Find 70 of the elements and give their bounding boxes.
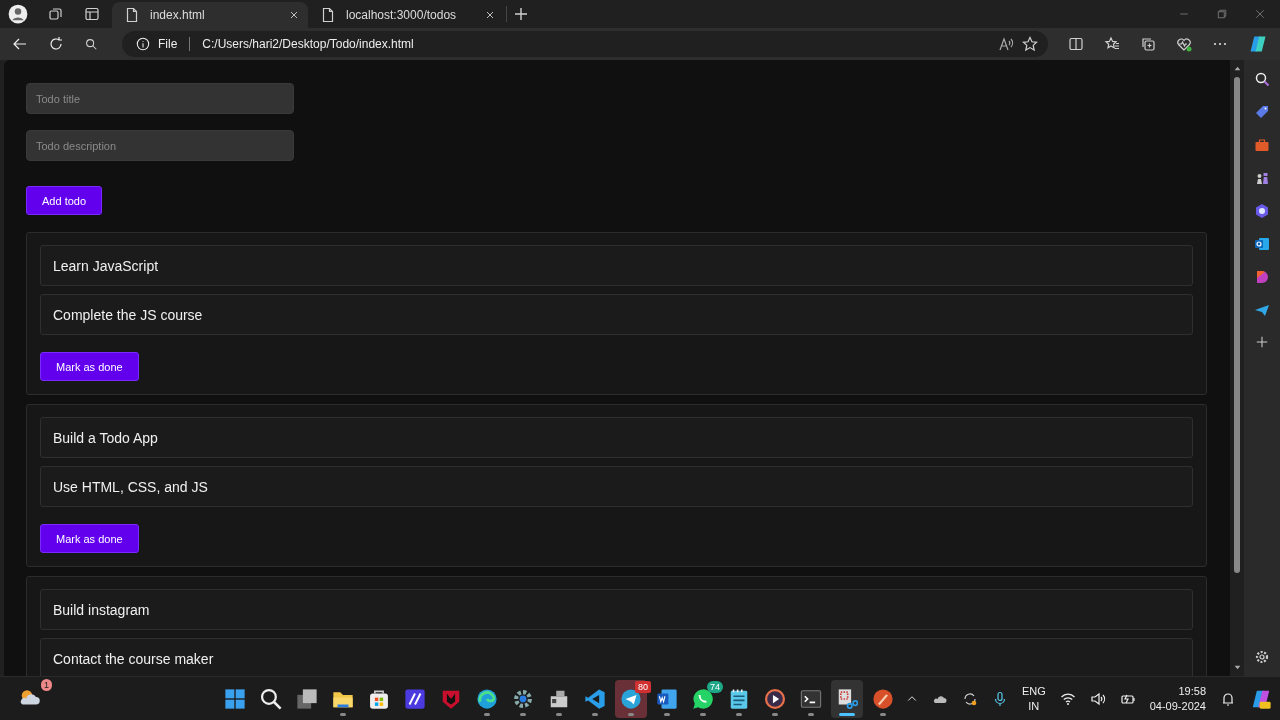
todo-description: Contact the course maker <box>40 638 1193 676</box>
close-icon[interactable] <box>288 9 300 21</box>
todo-title: Build instagram <box>40 589 1193 630</box>
read-aloud-icon[interactable] <box>998 36 1014 52</box>
mark-done-button[interactable]: Mark as done <box>40 352 139 381</box>
split-screen-icon[interactable] <box>1068 36 1084 52</box>
vertical-tabs-icon[interactable] <box>84 6 100 22</box>
mail-app-icon[interactable] <box>1254 236 1270 252</box>
send-icon[interactable] <box>1254 302 1270 318</box>
input-language: ENG <box>1021 683 1046 699</box>
page-icon <box>124 7 140 23</box>
add-todo-button[interactable]: Add todo <box>26 186 103 215</box>
notification-badge: 74 <box>706 680 723 693</box>
settings-icon[interactable] <box>1254 649 1270 665</box>
todo-title: Learn JavaScript <box>40 245 1193 286</box>
add-icon[interactable] <box>1255 335 1269 349</box>
toolbox-icon[interactable] <box>1254 137 1270 153</box>
search-icon[interactable] <box>1254 71 1270 87</box>
new-tab-icon[interactable] <box>513 6 529 22</box>
refresh-icon[interactable] <box>48 36 64 52</box>
hexagon-icon[interactable] <box>1254 203 1270 219</box>
todo-description: Use HTML, CSS, and JS <box>40 466 1193 507</box>
heart-pulse-icon[interactable] <box>1176 36 1192 52</box>
browser-tab[interactable]: localhost:3000/todos <box>308 2 504 28</box>
sync-icon[interactable] <box>961 690 978 707</box>
four-squares-icon <box>223 687 246 710</box>
todo-description: Complete the JS course <box>40 294 1193 335</box>
notification-badge: 80 <box>634 680 651 693</box>
scroll-down-icon[interactable] <box>1232 663 1242 672</box>
input-region: IN <box>1028 698 1040 714</box>
volume-icon[interactable] <box>1089 690 1106 707</box>
terminal-icon <box>799 687 822 710</box>
scroll-up-icon[interactable] <box>1232 64 1242 73</box>
file-scheme-label: File <box>158 37 178 51</box>
search-icon <box>259 687 282 710</box>
workspaces-icon[interactable] <box>48 6 64 22</box>
document-icon <box>655 687 678 710</box>
favorite-star-icon[interactable] <box>1022 36 1038 52</box>
search-icon[interactable] <box>84 37 98 51</box>
description-input[interactable]: Todo description <box>26 130 294 161</box>
clock-date: 04-09-2024 <box>1149 698 1206 714</box>
app-tile-icon <box>403 687 426 710</box>
browser-tab[interactable]: index.html <box>112 2 308 28</box>
url-text: C:/Users/hari2/Desktop/Todo/index.html <box>202 37 415 51</box>
scrollbar-thumb[interactable] <box>1234 77 1240 573</box>
taskbar-button[interactable] <box>830 679 863 718</box>
notification-bell-icon[interactable] <box>1220 690 1236 707</box>
designer-icon[interactable] <box>1254 269 1270 285</box>
ribbon-icon <box>583 687 606 710</box>
tag-icon[interactable] <box>1254 104 1270 120</box>
collections-icon[interactable] <box>1140 36 1156 52</box>
page-icon <box>320 7 336 23</box>
clock-time: 19:58 <box>1178 683 1206 699</box>
close-icon[interactable] <box>484 9 496 21</box>
play-icon <box>763 687 786 710</box>
mark-done-button[interactable]: Mark as done <box>40 524 139 553</box>
swirl-icon <box>475 687 498 710</box>
restore-icon[interactable] <box>1216 8 1228 20</box>
gear-icon <box>511 687 534 710</box>
assistant-icon[interactable] <box>1248 34 1268 54</box>
chess-pieces-icon[interactable] <box>1254 170 1270 186</box>
todo-title: Build a Todo App <box>40 417 1193 458</box>
address-bar[interactable]: File C:/Users/hari2/Desktop/Todo/index.html <box>122 31 1048 57</box>
profile-avatar-icon[interactable] <box>8 4 28 24</box>
info-icon[interactable] <box>136 37 150 51</box>
back-icon[interactable] <box>12 36 28 52</box>
title-input[interactable]: Todo title <box>26 83 294 114</box>
notification-badge: 1 <box>41 678 52 691</box>
overlapping-windows-icon <box>295 687 318 710</box>
favorites-icon[interactable] <box>1104 36 1120 52</box>
